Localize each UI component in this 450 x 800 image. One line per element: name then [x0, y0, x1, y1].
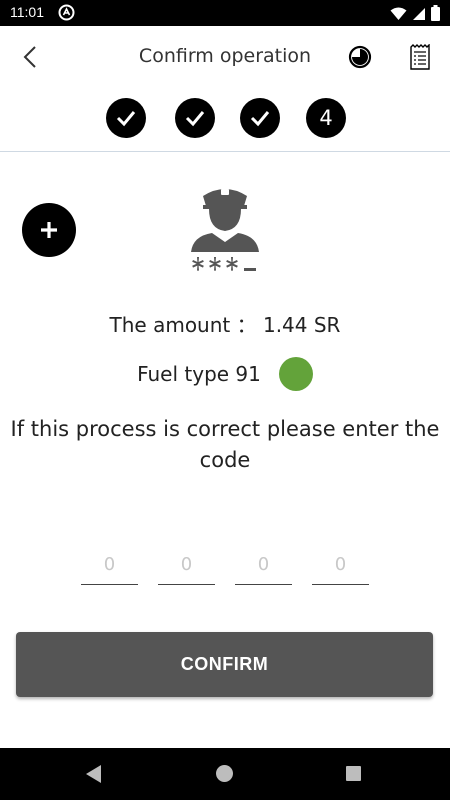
instruction-text: If this process is correct please enter …	[10, 417, 440, 472]
masked-driver-id	[190, 255, 265, 273]
receipt-icon	[410, 43, 430, 70]
receipt-button[interactable]	[409, 43, 431, 70]
step-1-complete	[106, 98, 146, 138]
add-button[interactable]	[22, 203, 76, 257]
nav-recents-icon[interactable]	[346, 766, 361, 781]
step-2-complete	[175, 98, 215, 138]
code-digit-1[interactable]	[81, 545, 138, 585]
plus-icon	[41, 222, 57, 238]
wifi-icon	[390, 6, 407, 25]
fuel-type-label: Fuel type 91	[137, 362, 261, 386]
amount-text: The amount ： 1.44 SR	[109, 313, 341, 337]
system-nav-bar	[0, 748, 450, 800]
code-digit-3[interactable]	[235, 545, 292, 585]
step-3-complete	[240, 98, 280, 138]
step-4-current: 4	[306, 98, 346, 138]
history-button[interactable]	[348, 45, 372, 69]
confirm-button[interactable]: CONFIRM	[16, 632, 433, 697]
check-icon	[185, 111, 205, 127]
page-title: Confirm operation	[138, 45, 312, 67]
signal-icon	[412, 6, 426, 25]
header: Confirm operation	[0, 26, 450, 88]
fuel-row: Fuel type 91	[0, 357, 450, 391]
status-time: 11:01	[10, 4, 44, 20]
app-notification-icon	[58, 4, 75, 21]
history-icon	[348, 45, 372, 69]
battery-icon	[431, 5, 440, 25]
code-digit-2[interactable]	[158, 545, 215, 585]
fuel-color-indicator	[278, 357, 313, 391]
nav-back-icon[interactable]	[86, 765, 102, 787]
check-icon	[250, 111, 270, 127]
nav-home-icon[interactable]	[216, 765, 233, 782]
check-icon	[116, 111, 136, 127]
driver-avatar-icon	[188, 184, 262, 252]
divider	[0, 151, 450, 152]
status-bar: 11:01	[0, 0, 450, 26]
stepper: 4	[0, 98, 450, 140]
code-digit-4[interactable]	[312, 545, 369, 585]
